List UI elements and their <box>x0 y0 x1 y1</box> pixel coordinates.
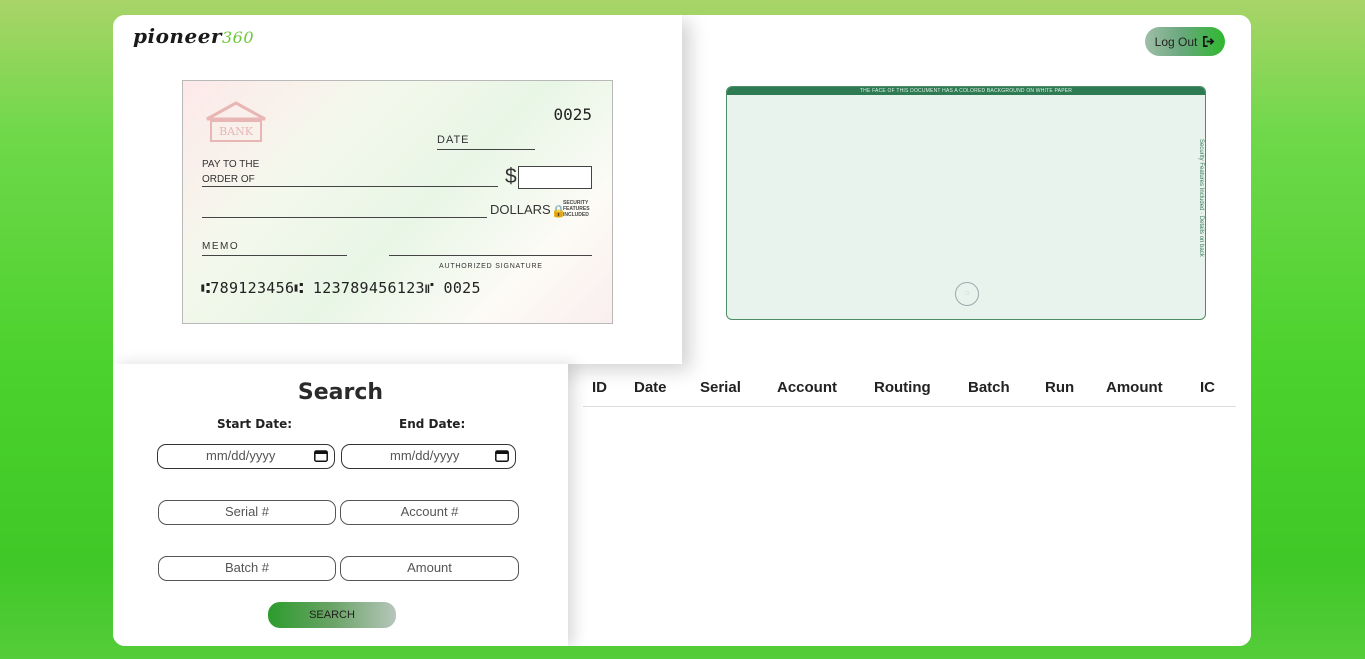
bank-label: BANK <box>219 125 254 138</box>
amount-input[interactable]: Amount <box>340 556 519 581</box>
results-table: ID Date Serial Account Routing Batch Run… <box>568 364 1251 646</box>
start-date-placeholder: mm/dd/yyyy <box>206 448 276 463</box>
calendar-icon[interactable] <box>314 450 328 462</box>
column-account[interactable]: Account <box>777 379 837 396</box>
date-label: DATE <box>437 134 470 146</box>
dollar-sign: $ <box>505 165 517 188</box>
column-id[interactable]: ID <box>592 379 607 396</box>
check-number: 0025 <box>553 105 592 124</box>
column-amount[interactable]: Amount <box>1106 379 1163 396</box>
end-date-label: End Date: <box>399 417 466 431</box>
bank-icon: BANK <box>206 101 266 142</box>
date-line <box>437 149 535 150</box>
search-button[interactable]: SEARCH <box>268 602 396 628</box>
signature-line <box>389 255 592 256</box>
account-input[interactable]: Account # <box>340 500 519 525</box>
serial-input[interactable]: Serial # <box>158 500 336 525</box>
signature-label: AUTHORIZED SIGNATURE <box>439 263 543 270</box>
search-title: Search <box>297 380 384 405</box>
batch-input[interactable]: Batch # <box>158 556 336 581</box>
check-back-side-text: Security Features Included · Details on … <box>1198 139 1204 257</box>
table-header: ID Date Serial Account Routing Batch Run… <box>583 364 1236 407</box>
pay-to-line1: PAY TO THE <box>202 159 260 170</box>
check-front-image: BANK 0025 DATE PAY TO THE ORDER OF $ DOL… <box>182 80 613 324</box>
column-batch[interactable]: Batch <box>968 379 1010 396</box>
column-routing[interactable]: Routing <box>874 379 931 396</box>
security-features-text: SECURITY FEATURES INCLUDED <box>563 200 590 218</box>
check-back-panel: Log Out THE FACE OF THIS DOCUMENT HAS A … <box>682 15 1251 364</box>
logout-button[interactable]: Log Out <box>1145 27 1225 56</box>
main-card: pioneer360 BANK 0025 DATE PAY TO THE ORD… <box>113 15 1251 646</box>
start-date-input[interactable]: mm/dd/yyyy <box>157 444 335 469</box>
column-date[interactable]: Date <box>634 379 667 396</box>
end-date-placeholder: mm/dd/yyyy <box>390 448 460 463</box>
brand-name: pioneer <box>133 24 222 48</box>
dollars-label: DOLLARS <box>490 202 551 217</box>
amount-words-line <box>202 217 487 218</box>
pay-to-line2: ORDER OF <box>202 174 255 185</box>
check-back-top-band: THE FACE OF THIS DOCUMENT HAS A COLORED … <box>727 87 1205 95</box>
seal-icon: ◌ <box>955 282 979 306</box>
logout-label: Log Out <box>1154 34 1198 49</box>
payee-line <box>202 186 498 187</box>
start-date-label: Start Date: <box>217 417 293 431</box>
column-run[interactable]: Run <box>1045 379 1074 396</box>
check-front-panel: pioneer360 BANK 0025 DATE PAY TO THE ORD… <box>113 15 682 364</box>
calendar-icon[interactable] <box>495 450 509 462</box>
memo-line <box>202 255 347 256</box>
pay-to-label: PAY TO THE ORDER OF <box>202 157 259 187</box>
column-serial[interactable]: Serial <box>700 379 741 396</box>
amount-box <box>518 166 592 189</box>
micr-line: ⑆789123456⑆ 123789456123⑈ 0025 <box>201 279 481 297</box>
column-ic[interactable]: IC <box>1200 379 1215 396</box>
check-back-image: THE FACE OF THIS DOCUMENT HAS A COLORED … <box>726 86 1206 320</box>
end-date-input[interactable]: mm/dd/yyyy <box>341 444 516 469</box>
brand-logo: pioneer360 <box>133 24 254 48</box>
memo-label: MEMO <box>202 241 240 252</box>
brand-suffix: 360 <box>221 28 254 47</box>
sign-out-icon <box>1203 36 1215 47</box>
search-panel: Search Start Date: End Date: mm/dd/yyyy … <box>113 364 568 646</box>
